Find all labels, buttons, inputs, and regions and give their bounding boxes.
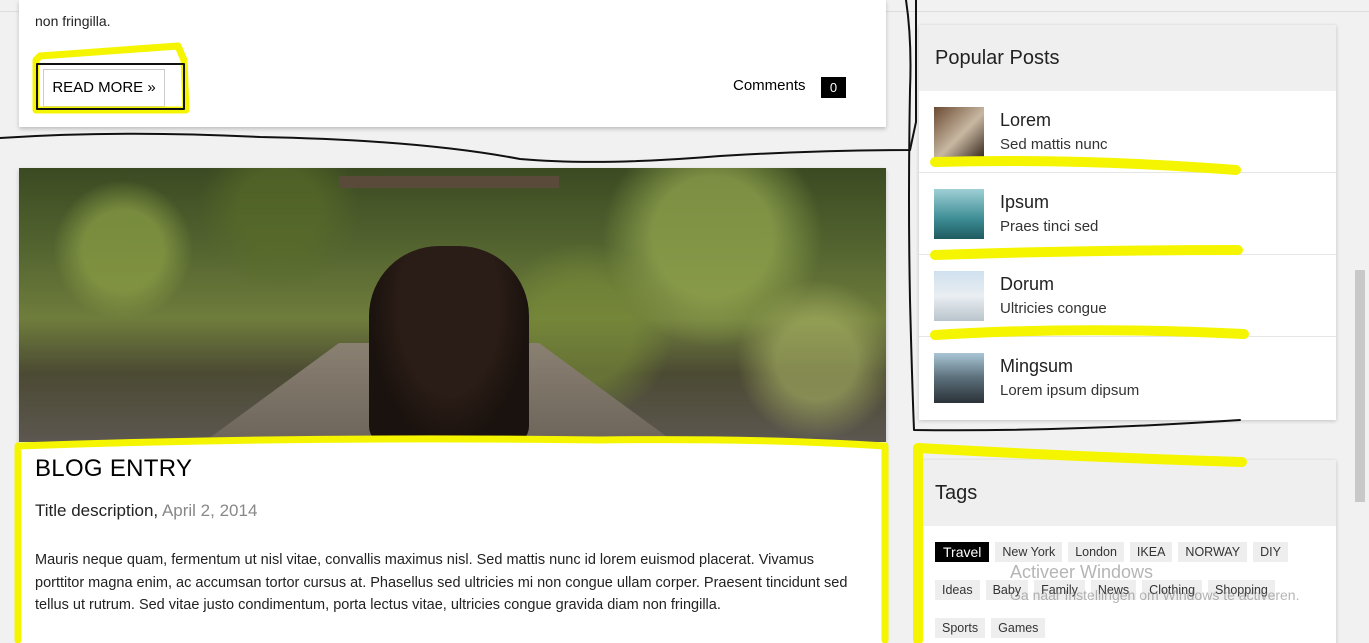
- previous-post-card: non fringilla. READ MORE » Comments 0: [19, 0, 886, 127]
- post-title[interactable]: Mingsum: [1000, 356, 1073, 377]
- popular-post-item[interactable]: Lorem Sed mattis nunc: [919, 91, 1336, 173]
- post-thumbnail: [934, 353, 984, 403]
- popular-posts-heading: Popular Posts: [919, 25, 1336, 91]
- tag-games[interactable]: Games: [991, 618, 1046, 638]
- tag-london[interactable]: London: [1068, 542, 1124, 562]
- blog-entry-card: BLOG ENTRY Title description, April 2, 2…: [19, 168, 886, 643]
- blog-entry-description: Title description,: [35, 501, 159, 520]
- blog-entry-subtitle: Title description, April 2, 2014: [35, 501, 257, 521]
- tag-ideas[interactable]: Ideas: [935, 580, 980, 600]
- blog-entry-date: April 2, 2014: [161, 501, 258, 520]
- post-title[interactable]: Dorum: [1000, 274, 1054, 295]
- previous-post-text-tail: non fringilla.: [35, 13, 111, 29]
- scrollbar-thumb[interactable]: [1355, 270, 1365, 502]
- post-thumbnail: [934, 189, 984, 239]
- post-subtitle: Lorem ipsum dipsum: [1000, 382, 1140, 399]
- windows-activation-watermark-sub: Ga naar Instellingen om Windows te activ…: [1010, 587, 1300, 603]
- read-more-button[interactable]: READ MORE »: [43, 69, 165, 107]
- tag-norway[interactable]: NORWAY: [1178, 542, 1248, 562]
- popular-post-item[interactable]: Dorum Ultricies congue: [919, 255, 1336, 337]
- post-subtitle: Sed mattis nunc: [1000, 136, 1108, 153]
- blog-entry-body: Mauris neque quam, fermentum ut nisl vit…: [35, 552, 848, 613]
- comments-count-badge: 0: [821, 77, 846, 98]
- windows-activation-watermark: Activeer Windows: [1010, 562, 1154, 582]
- popular-posts-panel: Popular Posts Lorem Sed mattis nunc Ipsu…: [919, 25, 1336, 420]
- popular-post-item[interactable]: Mingsum Lorem ipsum dipsum: [919, 337, 1336, 419]
- page-scrollbar[interactable]: [1351, 12, 1369, 643]
- blog-entry-photo: [19, 168, 886, 442]
- comments-link[interactable]: Comments: [733, 77, 806, 94]
- tag-travel[interactable]: Travel: [935, 542, 990, 562]
- post-title[interactable]: Ipsum: [1000, 192, 1049, 213]
- tag-ikea[interactable]: IKEA: [1129, 542, 1173, 562]
- post-subtitle: Praes tinci sed: [1000, 218, 1099, 235]
- post-title[interactable]: Lorem: [1000, 110, 1051, 131]
- tag-new-york[interactable]: New York: [995, 542, 1063, 562]
- blog-entry-title: BLOG ENTRY: [35, 455, 193, 482]
- post-thumbnail: [934, 107, 984, 157]
- tags-panel: Tags Travel New York London IKEA NORWAY …: [919, 460, 1336, 643]
- post-thumbnail: [934, 271, 984, 321]
- post-subtitle: Ultricies congue: [1000, 300, 1107, 317]
- popular-post-item[interactable]: Ipsum Praes tinci sed: [919, 173, 1336, 255]
- tag-sports[interactable]: Sports: [935, 618, 986, 638]
- tags-heading: Tags: [919, 460, 1336, 526]
- tag-diy[interactable]: DIY: [1253, 542, 1288, 562]
